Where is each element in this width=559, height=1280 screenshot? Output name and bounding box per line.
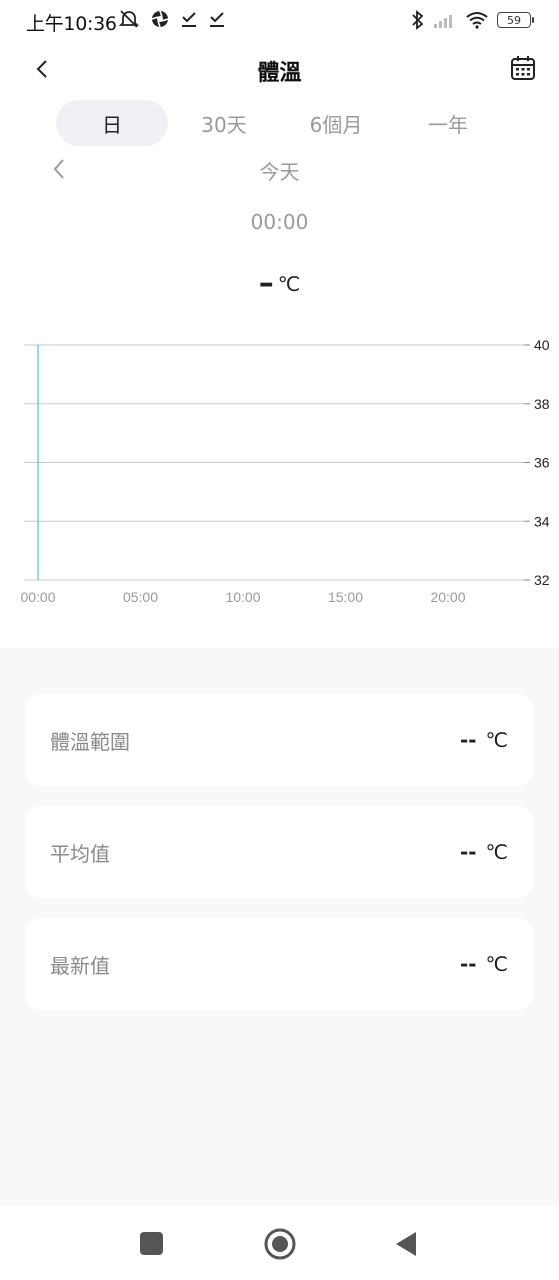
stats-section: 體溫範圍 -- ℃ 平均值 -- ℃ 最新值 -- ℃: [0, 648, 559, 1206]
card-label: 體溫範圍: [50, 730, 130, 754]
y-tick-label: 34: [534, 513, 550, 529]
status-left-icons: [118, 9, 226, 29]
selected-time: 00:00: [250, 210, 309, 234]
temperature-chart[interactable]: 40 38 36 34 32 00:00 05:00 10:00 15:00 20:00: [0, 330, 559, 620]
card-value-unit: ℃: [485, 728, 508, 752]
aperture-icon: [151, 10, 169, 28]
card-latest: 最新值 -- ℃: [25, 918, 534, 1010]
y-tick-label: 40: [534, 337, 550, 353]
card-label: 平均值: [50, 842, 110, 866]
y-tick-label: 36: [534, 455, 550, 471]
status-bar: 上午10:36 59: [0, 0, 559, 42]
card-value: -- ℃: [460, 952, 508, 976]
period-tabs: 日 30天 6個月 一年: [56, 100, 504, 146]
x-tick-label: 00:00: [20, 589, 55, 605]
x-tick-label: 05:00: [123, 589, 158, 605]
card-value-number: --: [459, 952, 477, 976]
y-tick-label: 32: [534, 572, 550, 588]
card-average: 平均值 -- ℃: [25, 806, 534, 898]
mute-bell-icon: [118, 10, 140, 28]
signal-icon: [434, 15, 452, 28]
square-icon[interactable]: [140, 1232, 163, 1255]
system-nav-bar: [0, 1206, 559, 1280]
circle-home-icon[interactable]: [264, 1228, 296, 1260]
card-value-unit: ℃: [485, 952, 508, 976]
selected-value-number: –: [258, 266, 274, 301]
card-label: 最新值: [50, 954, 110, 978]
card-value: -- ℃: [460, 840, 508, 864]
x-tick-label: 20:00: [430, 589, 465, 605]
selected-value: – ℃: [0, 266, 559, 301]
status-time: 上午10:36: [26, 13, 117, 35]
triangle-back-icon[interactable]: [394, 1230, 418, 1258]
card-value-unit: ℃: [485, 840, 508, 864]
status-right-icons: 59: [411, 10, 534, 30]
header: 體溫: [0, 46, 559, 92]
card-value: -- ℃: [460, 728, 508, 752]
battery-level: 59: [507, 13, 521, 27]
page-title: 體溫: [257, 61, 302, 86]
tab-30-days[interactable]: 30天: [168, 100, 280, 146]
x-tick-label: 15:00: [328, 589, 363, 605]
battery-icon: 59: [497, 12, 534, 28]
wifi-icon: [466, 12, 488, 29]
card-value-number: --: [459, 840, 477, 864]
tab-day[interactable]: 日: [56, 100, 168, 146]
date-nav: 今天: [0, 150, 559, 188]
check-download-icon: [182, 12, 196, 27]
tab-6-months[interactable]: 6個月: [280, 100, 392, 146]
y-tick-label: 38: [534, 396, 550, 412]
bluetooth-icon: [412, 10, 424, 30]
selected-value-unit: ℃: [277, 271, 301, 296]
tab-1-year[interactable]: 一年: [392, 100, 504, 146]
card-temperature-range: 體溫範圍 -- ℃: [25, 694, 534, 786]
calendar-icon[interactable]: [509, 54, 537, 82]
x-tick-label: 10:00: [225, 589, 260, 605]
card-value-number: --: [459, 728, 477, 752]
date-label: 今天: [259, 160, 300, 184]
check-download-icon: [210, 12, 224, 27]
